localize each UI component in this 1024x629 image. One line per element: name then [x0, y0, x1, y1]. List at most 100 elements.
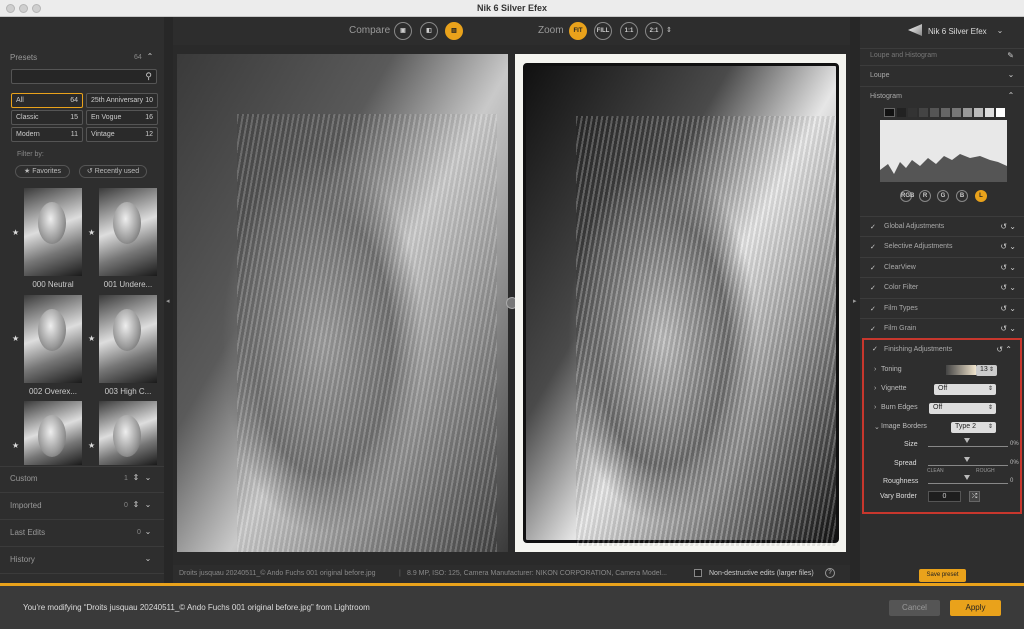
image-borders-dropdown[interactable]: Type 2 ⇕ — [951, 422, 996, 433]
reset-and-chevron-icon[interactable]: ↺ ⌄ — [1000, 242, 1016, 251]
loupe-histogram-header[interactable]: Loupe and Histogram ✎ — [860, 48, 1024, 62]
channel-b[interactable]: B — [956, 190, 968, 202]
history-section-header[interactable]: History — [10, 555, 35, 564]
loupe-section[interactable]: Loupe ⌄ — [860, 65, 1024, 85]
compare-single-view-icon[interactable]: ▣ — [394, 22, 412, 40]
shuffle-icon[interactable]: ⤮ — [969, 491, 980, 502]
preset-search-input[interactable]: ⚲ — [11, 69, 157, 84]
channel-rgb[interactable]: RGB — [900, 190, 914, 202]
check-icon[interactable]: ✓ — [870, 284, 876, 292]
recently-used-filter-button[interactable]: ↺ Recently used — [79, 165, 147, 178]
right-panel-collapse-handle[interactable]: ▸ — [850, 17, 860, 583]
film-grain-row[interactable]: ✓ Film Grain ↺ ⌄ — [860, 318, 1024, 338]
burn-edges-dropdown[interactable]: Off ⇕ — [929, 403, 996, 414]
zoom-stepper-icon[interactable]: ⇕ — [666, 26, 672, 34]
check-icon[interactable]: ✓ — [872, 345, 878, 353]
swatch[interactable] — [919, 108, 928, 117]
swatch[interactable] — [952, 108, 961, 117]
chevron-up-icon[interactable]: ⌃ — [1006, 92, 1016, 100]
favorites-filter-button[interactable]: ★ Favorites — [15, 165, 70, 178]
chevron-right-icon[interactable]: › — [874, 385, 876, 392]
channel-r[interactable]: R — [919, 190, 931, 202]
slider-knob[interactable] — [964, 438, 970, 443]
preset-thumbnail[interactable] — [24, 401, 82, 465]
favorite-star-icon[interactable]: ★ — [12, 441, 19, 450]
favorite-star-icon[interactable]: ★ — [12, 228, 19, 237]
zoom-fill-button[interactable]: FILL — [594, 22, 612, 40]
filter-vintage[interactable]: Vintage 12 — [86, 127, 158, 142]
filter-25th-anniversary[interactable]: 25th Anniversary 10 — [86, 93, 158, 108]
check-icon[interactable]: ✓ — [870, 243, 876, 251]
preset-thumbnail[interactable] — [24, 188, 82, 276]
film-types-row[interactable]: ✓ Film Types ↺ ⌄ — [860, 298, 1024, 318]
compare-side-by-side-icon[interactable]: ▥ — [445, 22, 463, 40]
color-filter-row[interactable]: ✓ Color Filter ↺ ⌄ — [860, 277, 1024, 297]
nondestructive-checkbox[interactable] — [694, 569, 702, 577]
reset-and-chevron-up-icon[interactable]: ↺ ⌃ — [996, 345, 1012, 354]
stepper-icon[interactable]: ⇕ — [989, 366, 994, 373]
favorite-star-icon[interactable]: ★ — [12, 334, 19, 343]
selective-adjustments-row[interactable]: ✓ Selective Adjustments ↺ ⌄ — [860, 236, 1024, 256]
zoom-1-1-button[interactable]: 1:1 — [620, 22, 638, 40]
channel-g[interactable]: G — [937, 190, 949, 202]
spread-slider[interactable] — [928, 457, 1008, 466]
reset-and-chevron-icon[interactable]: ↺ ⌄ — [1000, 263, 1016, 272]
check-icon[interactable]: ✓ — [870, 264, 876, 272]
search-icon[interactable]: ⚲ — [145, 71, 152, 82]
pin-icon[interactable]: ✎ — [1007, 51, 1014, 60]
reset-and-chevron-icon[interactable]: ↺ ⌄ — [1000, 222, 1016, 231]
swatch[interactable] — [897, 108, 906, 117]
slider-knob[interactable] — [964, 457, 970, 462]
chevron-down-icon[interactable]: ⌄ — [143, 555, 153, 563]
custom-section-header[interactable]: Custom — [10, 474, 38, 483]
reset-and-chevron-icon[interactable]: ↺ ⌄ — [1000, 283, 1016, 292]
swatch[interactable] — [884, 108, 895, 117]
imported-section-header[interactable]: Imported — [10, 501, 42, 510]
last-edits-section-header[interactable]: Last Edits — [10, 528, 45, 537]
apply-button[interactable]: Apply — [950, 600, 1001, 616]
left-panel-collapse-handle[interactable]: ◂ — [164, 17, 173, 583]
vary-border-input[interactable]: 0 — [928, 491, 961, 502]
check-icon[interactable]: ✓ — [870, 325, 876, 333]
collapse-left-icon[interactable]: ◂ — [166, 297, 170, 305]
swatch[interactable] — [996, 108, 1005, 117]
swatch[interactable] — [963, 108, 972, 117]
sort-icon[interactable]: ⇕ — [131, 474, 141, 482]
chevron-down-icon[interactable]: ⌄ — [874, 423, 880, 431]
favorite-star-icon[interactable]: ★ — [88, 228, 95, 237]
preset-thumbnail[interactable] — [24, 295, 82, 383]
zoom-fit-button[interactable]: FIT — [569, 22, 587, 40]
vignette-dropdown[interactable]: Off ⇕ — [934, 384, 996, 395]
swatch[interactable] — [930, 108, 939, 117]
toning-value[interactable]: 13 ⇕ — [976, 365, 997, 376]
roughness-slider[interactable] — [928, 475, 1008, 484]
chevron-right-icon[interactable]: › — [874, 366, 876, 373]
slider-knob[interactable] — [964, 475, 970, 480]
filter-classic[interactable]: Classic 15 — [11, 110, 83, 125]
chevron-down-icon[interactable]: ⌄ — [995, 27, 1005, 35]
swatch[interactable] — [941, 108, 950, 117]
check-icon[interactable]: ✓ — [870, 223, 876, 231]
help-icon[interactable]: ? — [825, 568, 835, 578]
favorite-star-icon[interactable]: ★ — [88, 441, 95, 450]
collapse-right-icon[interactable]: ▸ — [853, 297, 857, 305]
chevron-down-icon[interactable]: ⌄ — [143, 528, 153, 536]
chevron-down-icon[interactable]: ⌄ — [143, 501, 153, 509]
zoom-2-1-button[interactable]: 2:1 — [645, 22, 663, 40]
global-adjustments-row[interactable]: ✓ Global Adjustments ↺ ⌄ — [860, 216, 1024, 236]
swatch[interactable] — [908, 108, 917, 117]
filter-modern[interactable]: Modern 11 — [11, 127, 83, 142]
favorite-star-icon[interactable]: ★ — [88, 334, 95, 343]
sort-icon[interactable]: ⇕ — [131, 501, 141, 509]
swatch[interactable] — [985, 108, 994, 117]
compare-split-view-icon[interactable]: ◧ — [420, 22, 438, 40]
cancel-button[interactable]: Cancel — [889, 600, 940, 616]
swatch[interactable] — [974, 108, 983, 117]
channel-l[interactable]: L — [975, 190, 987, 202]
chevron-up-icon[interactable]: ⌃ — [145, 53, 155, 61]
filter-all[interactable]: All 64 — [11, 93, 83, 108]
clearview-row[interactable]: ✓ ClearView ↺ ⌄ — [860, 257, 1024, 277]
preset-thumbnail[interactable] — [99, 295, 157, 383]
chevron-down-icon[interactable]: ⌄ — [143, 474, 153, 482]
save-preset-button[interactable]: Save preset — [919, 569, 966, 582]
